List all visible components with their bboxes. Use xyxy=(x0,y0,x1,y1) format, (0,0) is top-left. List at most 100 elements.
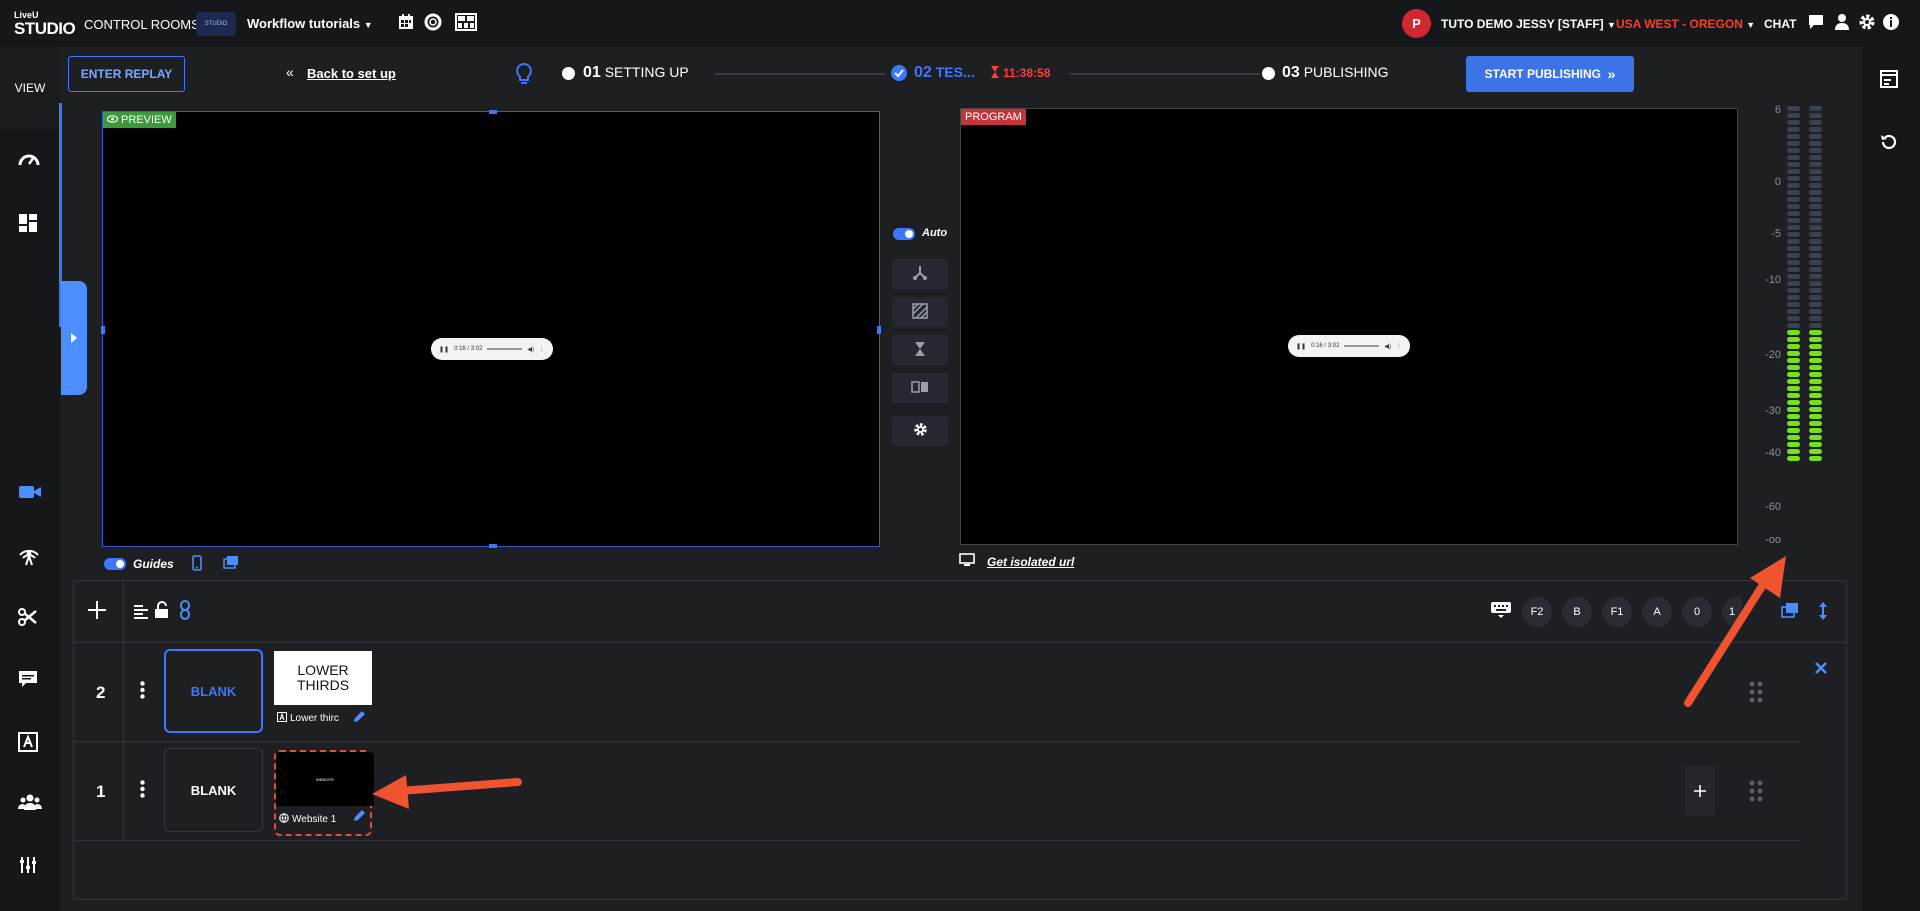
resize-handle-top[interactable] xyxy=(489,110,497,114)
shortcut-0-button[interactable]: 0 xyxy=(1682,597,1712,627)
close-icon[interactable] xyxy=(1815,661,1827,679)
resize-handle-right[interactable] xyxy=(877,326,881,334)
step3-publishing[interactable]: 03 PUBLISHING xyxy=(1282,64,1389,82)
shortcut-a-button[interactable]: A xyxy=(1642,597,1672,627)
broadcast-icon[interactable] xyxy=(18,544,40,566)
chat-button[interactable]: CHAT xyxy=(1764,17,1796,31)
help-lifebuoy-icon[interactable] xyxy=(424,13,444,33)
back-to-setup-link[interactable]: Back to set up xyxy=(307,66,396,81)
wipe-icon xyxy=(912,302,928,322)
wipe-transition-button[interactable] xyxy=(892,297,948,327)
drag-handle-icon[interactable] xyxy=(1749,780,1763,802)
drag-handle-icon[interactable] xyxy=(1749,681,1763,703)
audio-progress[interactable] xyxy=(1344,345,1380,347)
mixer-icon[interactable] xyxy=(18,855,40,877)
shortcut-1-button[interactable]: 1 xyxy=(1722,597,1742,627)
region-selector[interactable]: USA WEST - OREGON ▼ xyxy=(1616,17,1755,31)
volume-icon[interactable]: ◀) xyxy=(527,346,534,353)
add-source-button[interactable] xyxy=(1685,766,1715,816)
transition-settings-button[interactable] xyxy=(892,416,948,446)
meter-segment xyxy=(1787,246,1800,251)
meter-segment xyxy=(1809,239,1822,244)
website-source[interactable]: WEBSITE Website 1 xyxy=(274,750,374,836)
user-icon[interactable] xyxy=(1834,13,1854,33)
enter-replay-button[interactable]: ENTER REPLAY xyxy=(68,56,185,92)
shortcut-f2-button[interactable]: F2 xyxy=(1522,597,1552,627)
blank-source-button[interactable]: BLANK xyxy=(164,748,263,832)
swap-transition-button[interactable] xyxy=(892,373,948,403)
shortcut-b-button[interactable]: B xyxy=(1562,597,1592,627)
preview-monitor[interactable]: PREVIEW ❚❚ 0:16 / 3:02 ◀) ⋮ xyxy=(101,110,881,548)
resize-handle-bottom[interactable] xyxy=(489,544,497,548)
pause-icon[interactable]: ❚❚ xyxy=(1296,343,1306,350)
user-menu[interactable]: TUTO DEMO JESSY [STAFF] ▼ xyxy=(1441,17,1616,31)
edit-pencil-icon[interactable] xyxy=(352,710,366,729)
hourglass-transition-icon xyxy=(914,341,926,360)
program-audio-player[interactable]: ❚❚ 0:16 / 3:02 ◀) ⋮ xyxy=(1288,335,1410,357)
camera-icon[interactable] xyxy=(18,483,41,505)
edit-pencil-icon[interactable] xyxy=(352,809,366,828)
layers-copy-icon[interactable] xyxy=(223,555,239,574)
cut-transition-button[interactable] xyxy=(892,259,948,289)
meter-segment xyxy=(1787,218,1800,223)
mobile-icon[interactable] xyxy=(192,555,202,576)
preview-audio-player[interactable]: ❚❚ 0:16 / 3:02 ◀) ⋮ xyxy=(431,338,553,360)
meter-segment xyxy=(1809,456,1822,461)
more-icon[interactable]: ⋮ xyxy=(539,346,545,353)
layer-number: 2 xyxy=(96,683,106,702)
shortcut-f1-button[interactable]: F1 xyxy=(1602,597,1632,627)
auto-toggle[interactable] xyxy=(893,228,915,240)
resize-handle-left[interactable] xyxy=(101,326,105,334)
guides-toggle[interactable] xyxy=(104,558,126,570)
dashboard-icon[interactable] xyxy=(18,150,40,172)
add-layer-icon[interactable] xyxy=(86,599,108,626)
keyboard-icon[interactable] xyxy=(1490,601,1512,624)
meter-segment xyxy=(1787,337,1800,342)
get-isolated-url-link[interactable]: Get isolated url xyxy=(987,555,1074,569)
blank-source-button[interactable]: BLANK xyxy=(164,649,263,733)
link-icon[interactable] xyxy=(180,600,190,625)
text-icon[interactable] xyxy=(18,732,40,754)
pause-icon[interactable]: ❚❚ xyxy=(439,346,449,353)
unlock-icon[interactable] xyxy=(154,601,170,624)
step2-testing[interactable]: 02 TES... xyxy=(914,64,975,82)
layer-menu-icon[interactable] xyxy=(140,780,145,803)
captions-icon[interactable] xyxy=(18,669,40,691)
more-icon[interactable]: ⋮ xyxy=(1396,343,1402,350)
expand-panel-tab[interactable] xyxy=(61,281,87,395)
guests-icon[interactable] xyxy=(18,793,42,815)
meter-label: -20 xyxy=(1765,349,1781,361)
volume-icon[interactable]: ◀) xyxy=(1384,343,1391,350)
lower-thirds-source[interactable]: LOWER THIRDS Lower thirc xyxy=(274,651,372,737)
layer-menu-icon[interactable] xyxy=(140,681,145,704)
layout-icon[interactable] xyxy=(18,213,40,235)
scissors-icon[interactable] xyxy=(18,607,40,629)
control-rooms-link[interactable]: CONTROL ROOMS xyxy=(84,17,200,32)
audio-progress[interactable] xyxy=(487,348,523,350)
align-left-icon[interactable] xyxy=(133,603,149,624)
chat-bubble-icon[interactable] xyxy=(1807,13,1827,33)
start-publishing-button[interactable]: START PUBLISHING » xyxy=(1466,56,1634,92)
view-section[interactable]: VIEW xyxy=(0,47,60,129)
avatar[interactable]: P xyxy=(1402,9,1431,38)
step-connector-2 xyxy=(1070,73,1260,75)
history-undo-icon[interactable] xyxy=(1880,133,1898,156)
step1-setting-up[interactable]: 01 SETTING UP xyxy=(583,64,689,82)
stinger-transition-button[interactable] xyxy=(892,335,948,365)
meter-segment xyxy=(1809,288,1822,293)
meter-segment xyxy=(1787,120,1800,125)
rundown-icon[interactable] xyxy=(1880,70,1898,93)
layer-row-1: 1 BLANK WEBSITE Website 1 xyxy=(74,742,1800,841)
liveu-studio-logo[interactable]: LiveU STUDIO xyxy=(14,10,76,38)
row-divider xyxy=(123,742,124,841)
gear-icon[interactable] xyxy=(1858,13,1878,33)
multiview-icon[interactable] xyxy=(455,13,477,33)
calendar-icon[interactable] xyxy=(397,13,417,33)
preview-label: PREVIEW xyxy=(103,112,176,128)
info-icon[interactable] xyxy=(1882,13,1902,33)
vertical-resize-icon[interactable] xyxy=(1818,601,1828,626)
program-monitor[interactable]: PROGRAM ❚❚ 0:16 / 3:02 ◀) ⋮ xyxy=(960,108,1738,545)
workspace-selector[interactable]: Workflow tutorials ▼ xyxy=(247,16,373,31)
copy-layers-icon[interactable] xyxy=(1781,602,1799,623)
lightbulb-icon[interactable] xyxy=(515,62,533,91)
